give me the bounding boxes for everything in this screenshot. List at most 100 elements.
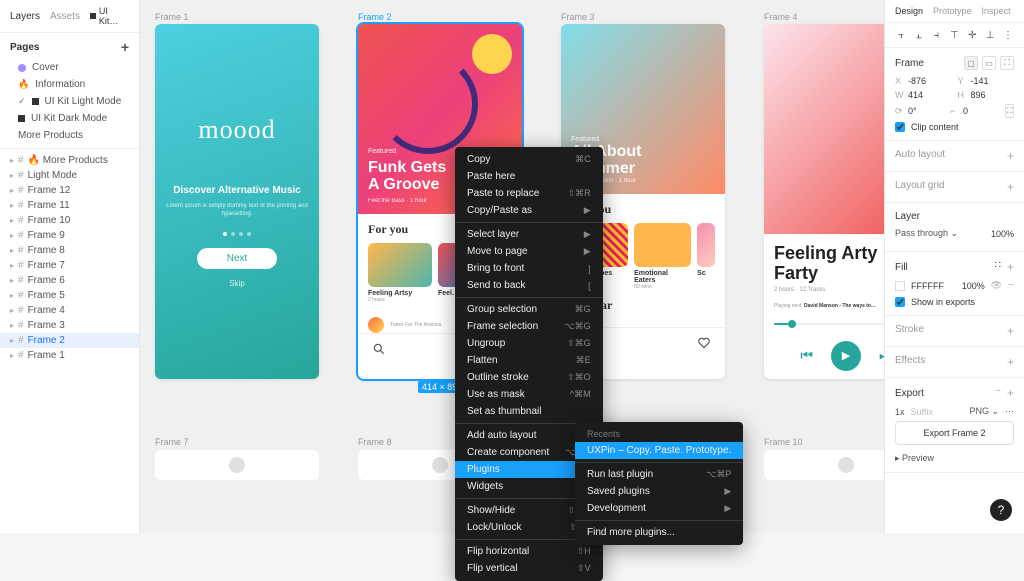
playlist-card[interactable]: Emotional Eaters50 mins	[634, 223, 691, 290]
effects-section[interactable]: Effects+	[885, 347, 1024, 378]
layer-item[interactable]: ▸#Light Mode	[0, 168, 139, 183]
layer-item[interactable]: ▸#Frame 4	[0, 303, 139, 318]
menu-item[interactable]: Flip vertical⇧V	[455, 560, 603, 577]
page-chip[interactable]: UI Kit…	[90, 6, 129, 26]
x-input[interactable]	[908, 76, 944, 86]
layer-item[interactable]: ▸#Frame 9	[0, 228, 139, 243]
menu-item[interactable]: Copy⌘C	[455, 151, 603, 168]
add-stroke-icon[interactable]: +	[1007, 324, 1014, 338]
layer-item[interactable]: ▸#Frame 12	[0, 183, 139, 198]
frame1[interactable]: moood Discover Alternative Music Lorem i…	[155, 24, 319, 379]
fill-styles-icon[interactable]: ∷	[995, 260, 1001, 274]
layer-item[interactable]: ▸#Frame 5	[0, 288, 139, 303]
prev-track-icon[interactable]: ⏮	[800, 347, 813, 364]
clip-content-checkbox[interactable]	[895, 122, 905, 132]
search-icon[interactable]	[372, 342, 386, 356]
frame3-label[interactable]: Frame 3	[561, 12, 595, 22]
layer-item[interactable]: ▸#Frame 1	[0, 348, 139, 363]
tab-design[interactable]: Design	[895, 6, 923, 16]
align-left-icon[interactable]: ⫟	[895, 29, 907, 41]
eye-icon[interactable]: 👁	[991, 280, 1002, 291]
format-select[interactable]: PNG ⌄	[969, 406, 999, 417]
fill-swatch[interactable]	[895, 281, 905, 291]
menu-item[interactable]: Bring to front]	[455, 260, 603, 277]
menu-item[interactable]: Paste here	[455, 168, 603, 185]
align-top-icon[interactable]: ⊤	[948, 29, 960, 41]
align-right-icon[interactable]: ⫞	[931, 29, 943, 41]
frame4[interactable]: Art by Jean Li ⌄ Feeling ArtyFarty 2 hou…	[764, 24, 884, 379]
frame1-label[interactable]: Frame 1	[155, 12, 189, 22]
menu-item[interactable]: Set as thumbnail	[455, 403, 603, 420]
layer-item[interactable]: ▸#🔥 More Products	[0, 153, 139, 168]
y-input[interactable]	[971, 76, 1007, 86]
stroke-section[interactable]: Stroke+	[885, 316, 1024, 347]
remove-export-icon[interactable]: −	[995, 386, 1001, 400]
menu-item[interactable]: Paste to replace⇧⌘R	[455, 185, 603, 202]
frame8-label[interactable]: Frame 8	[358, 437, 392, 447]
blend-mode-select[interactable]: Pass through ⌄	[895, 228, 958, 239]
next-button[interactable]: Next	[197, 248, 278, 269]
help-button[interactable]: ?	[990, 499, 1012, 521]
add-effect-icon[interactable]: +	[1007, 355, 1014, 369]
skip-button[interactable]: Skip	[229, 279, 245, 288]
align-vcenter-icon[interactable]: ✛	[966, 29, 978, 41]
menu-item[interactable]: Development▶	[575, 500, 743, 517]
page-cover[interactable]: Cover	[0, 59, 139, 76]
resize-fixed-icon[interactable]: ▢	[964, 56, 978, 70]
frame7[interactable]	[155, 450, 319, 480]
add-export-icon[interactable]: +	[1007, 386, 1014, 400]
menu-item[interactable]: Group selection⌘G	[455, 301, 603, 318]
layer-item[interactable]: ▸#Frame 10	[0, 213, 139, 228]
menu-item[interactable]: Ungroup⇧⌘G	[455, 335, 603, 352]
menu-item[interactable]: Flip horizontal⇧H	[455, 543, 603, 560]
preview-toggle[interactable]: ▸ Preview	[895, 453, 934, 463]
playlist-card[interactable]: Sc	[697, 223, 715, 290]
add-page-button[interactable]: +	[121, 39, 129, 55]
frame10[interactable]	[764, 450, 884, 480]
tab-assets[interactable]: Assets	[50, 11, 80, 22]
tab-layers[interactable]: Layers	[10, 11, 40, 22]
corner-details-icon[interactable]: ⛶	[1005, 104, 1014, 118]
scale-select[interactable]: 1x	[895, 407, 905, 417]
opacity-input[interactable]: 100%	[991, 229, 1014, 239]
distribute-icon[interactable]: ⋮	[1002, 29, 1014, 41]
frame7-label[interactable]: Frame 7	[155, 437, 189, 447]
w-input[interactable]	[908, 90, 944, 100]
export-options-icon[interactable]: ⋯	[1005, 406, 1014, 417]
tab-inspect[interactable]: Inspect	[982, 6, 1011, 16]
frame2-label[interactable]: Frame 2	[358, 12, 392, 22]
frame10-label[interactable]: Frame 10	[764, 437, 803, 447]
layer-item[interactable]: ▸#Frame 7	[0, 258, 139, 273]
heart-icon[interactable]	[697, 336, 711, 350]
menu-item[interactable]: Saved plugins▶	[575, 483, 743, 500]
menu-item[interactable]: Outline stroke⇧⌘O	[455, 369, 603, 386]
page-light-mode[interactable]: ✓UI Kit Light Mode	[0, 93, 139, 110]
radius-input[interactable]	[963, 106, 999, 116]
resize-fill-icon[interactable]: ⛶	[1000, 56, 1014, 70]
playlist-card[interactable]: Feeling Artsy2 hours	[368, 243, 432, 303]
play-button[interactable]: ▶	[831, 341, 861, 371]
menu-item[interactable]: Run last plugin⌥⌘P	[575, 466, 743, 483]
export-button[interactable]: Export Frame 2	[895, 421, 1014, 445]
layer-item[interactable]: ▸#Frame 6	[0, 273, 139, 288]
frame4-label[interactable]: Frame 4	[764, 12, 798, 22]
align-bottom-icon[interactable]: ⊥	[984, 29, 996, 41]
menu-item[interactable]: Select layer▶	[455, 226, 603, 243]
menu-item[interactable]: Copy/Paste as▶	[455, 202, 603, 219]
auto-layout-section[interactable]: Auto layout+	[885, 141, 1024, 172]
menu-item[interactable]: Send to back[	[455, 277, 603, 294]
layout-grid-section[interactable]: Layout grid+	[885, 172, 1024, 203]
tab-prototype[interactable]: Prototype	[933, 6, 972, 16]
layer-item[interactable]: ▸#Frame 2	[0, 333, 139, 348]
progress-bar[interactable]	[774, 323, 884, 325]
add-grid-icon[interactable]: +	[1007, 180, 1014, 194]
page-dark-mode[interactable]: UI Kit Dark Mode	[0, 110, 139, 127]
add-fill-icon[interactable]: +	[1007, 260, 1014, 274]
menu-item[interactable]: Frame selection⌥⌘G	[455, 318, 603, 335]
align-hcenter-icon[interactable]: ⫠	[913, 29, 925, 41]
remove-fill-icon[interactable]: −	[1008, 280, 1014, 291]
menu-item[interactable]: Move to page▶	[455, 243, 603, 260]
h-input[interactable]	[971, 90, 1007, 100]
show-exports-checkbox[interactable]	[895, 297, 905, 307]
menu-item[interactable]: UXPin – Copy. Paste. Prototype.	[575, 442, 743, 459]
